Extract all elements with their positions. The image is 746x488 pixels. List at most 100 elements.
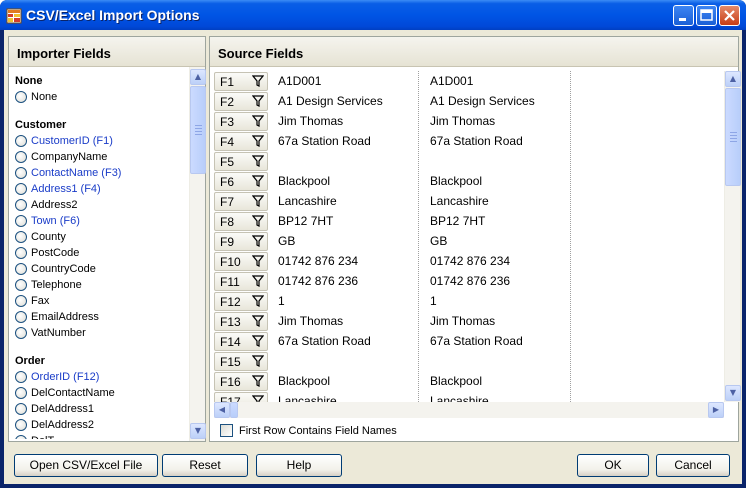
radio-button[interactable] [15,327,27,339]
source-field-row: F5 [214,151,724,171]
importer-field-option[interactable]: PostCode [15,245,187,261]
close-button[interactable] [719,5,740,26]
importer-field-option[interactable]: DelT... [15,433,187,439]
source-value-cell: A1 Design Services [430,94,535,108]
scroll-up-arrow-icon[interactable]: ▲ [190,69,206,85]
importer-field-option[interactable]: OrderID (F12) [15,369,187,385]
help-button[interactable]: Help [256,454,342,477]
radio-button[interactable] [15,263,27,275]
importer-field-option[interactable]: None [15,89,187,105]
source-horizontal-scrollbar[interactable]: ◀ ▶ [214,402,724,418]
source-field-button[interactable]: F11 [214,272,268,291]
radio-button[interactable] [15,215,27,227]
importer-field-option[interactable]: County [15,229,187,245]
source-field-button[interactable]: F9 [214,232,268,251]
source-field-button[interactable]: F13 [214,312,268,331]
source-field-row: F6 Blackpool Blackpool [214,171,724,191]
scroll-down-arrow-icon[interactable]: ▼ [190,423,206,439]
importer-field-option[interactable]: CountryCode [15,261,187,277]
first-row-field-names-checkbox[interactable] [220,424,233,437]
radio-button[interactable] [15,435,27,439]
source-value-cell: Jim Thomas [430,314,496,328]
importer-field-option[interactable]: VatNumber [15,325,187,341]
source-field-button[interactable]: F15 [214,352,268,371]
radio-button[interactable] [15,387,27,399]
importer-field-option[interactable]: CompanyName [15,149,187,165]
filter-funnel-icon [252,195,264,207]
radio-button[interactable] [15,419,27,431]
source-field-button[interactable]: F5 [214,152,268,171]
source-field-button[interactable]: F12 [214,292,268,311]
source-value-cell: Lancashire [278,394,337,402]
radio-button[interactable] [15,371,27,383]
radio-button[interactable] [15,199,27,211]
first-row-field-names-option[interactable]: First Row Contains Field Names [220,424,397,437]
scroll-right-arrow-icon[interactable]: ▶ [708,402,724,418]
importer-vertical-scrollbar[interactable]: ▲ ▼ [189,67,206,441]
cancel-button[interactable]: Cancel [656,454,730,477]
radio-button[interactable] [15,135,27,147]
source-field-name: F11 [220,275,240,289]
source-field-button[interactable]: F3 [214,112,268,131]
radio-button[interactable] [15,151,27,163]
radio-button[interactable] [15,279,27,291]
scroll-thumb[interactable] [725,88,741,186]
radio-button[interactable] [15,295,27,307]
radio-button[interactable] [15,183,27,195]
filter-funnel-icon [252,215,264,227]
filter-funnel-icon [252,95,264,107]
filter-funnel-icon [252,275,264,287]
source-field-name: F10 [220,255,241,269]
importer-field-option[interactable]: DelAddress1 [15,401,187,417]
radio-button[interactable] [15,247,27,259]
importer-field-option[interactable]: EmailAddress [15,309,187,325]
importer-field-option[interactable]: ContactName (F3) [15,165,187,181]
source-field-button[interactable]: F1 [214,72,268,91]
radio-button[interactable] [15,403,27,415]
radio-button[interactable] [15,167,27,179]
importer-field-option[interactable]: Address2 [15,197,187,213]
filter-funnel-icon [252,135,264,147]
source-field-button[interactable]: F8 [214,212,268,231]
scroll-left-arrow-icon[interactable]: ◀ [214,402,230,418]
importer-field-option[interactable]: Town (F6) [15,213,187,229]
filter-funnel-icon [252,315,264,327]
source-field-button[interactable]: F4 [214,132,268,151]
importer-field-option[interactable]: DelAddress2 [15,417,187,433]
window-title: CSV/Excel Import Options [26,7,200,23]
source-field-button[interactable]: F6 [214,172,268,191]
radio-button[interactable] [15,231,27,243]
source-field-button[interactable]: F7 [214,192,268,211]
source-field-button[interactable]: F16 [214,372,268,391]
source-field-name: F2 [220,95,235,109]
minimize-button[interactable] [673,5,694,26]
scroll-down-arrow-icon[interactable]: ▼ [725,385,741,401]
source-vertical-scrollbar[interactable]: ▲ ▼ [724,71,741,402]
importer-field-option[interactable]: Address1 (F4) [15,181,187,197]
open-file-button[interactable]: Open CSV/Excel File [14,454,158,477]
importer-group-title: None [15,75,43,87]
scroll-thumb[interactable] [190,86,206,174]
source-field-button[interactable]: F17 [214,392,268,402]
importer-field-option[interactable]: Telephone [15,277,187,293]
importer-field-option[interactable]: Fax [15,293,187,309]
source-field-button[interactable]: F10 [214,252,268,271]
horizontal-scroll-thumb[interactable] [230,402,238,418]
source-field-name: F15 [220,355,241,369]
source-fields-header: Source Fields [210,37,738,67]
source-field-button[interactable]: F14 [214,332,268,351]
source-field-button[interactable]: F2 [214,92,268,111]
importer-field-option[interactable]: DelContactName [15,385,187,401]
ok-button[interactable]: OK [577,454,649,477]
source-value-cell: 67a Station Road [278,134,371,148]
title-bar[interactable]: CSV/Excel Import Options [0,0,746,30]
importer-field-option[interactable]: CustomerID (F1) [15,133,187,149]
reset-button[interactable]: Reset [162,454,248,477]
radio-button[interactable] [15,311,27,323]
importer-field-label: EmailAddress [31,311,99,323]
scroll-up-arrow-icon[interactable]: ▲ [725,71,741,87]
radio-button[interactable] [15,91,27,103]
import-options-window: CSV/Excel Import Options Importer Fields… [0,0,746,488]
maximize-button[interactable] [696,5,717,26]
importer-group-title: Customer [15,119,67,131]
